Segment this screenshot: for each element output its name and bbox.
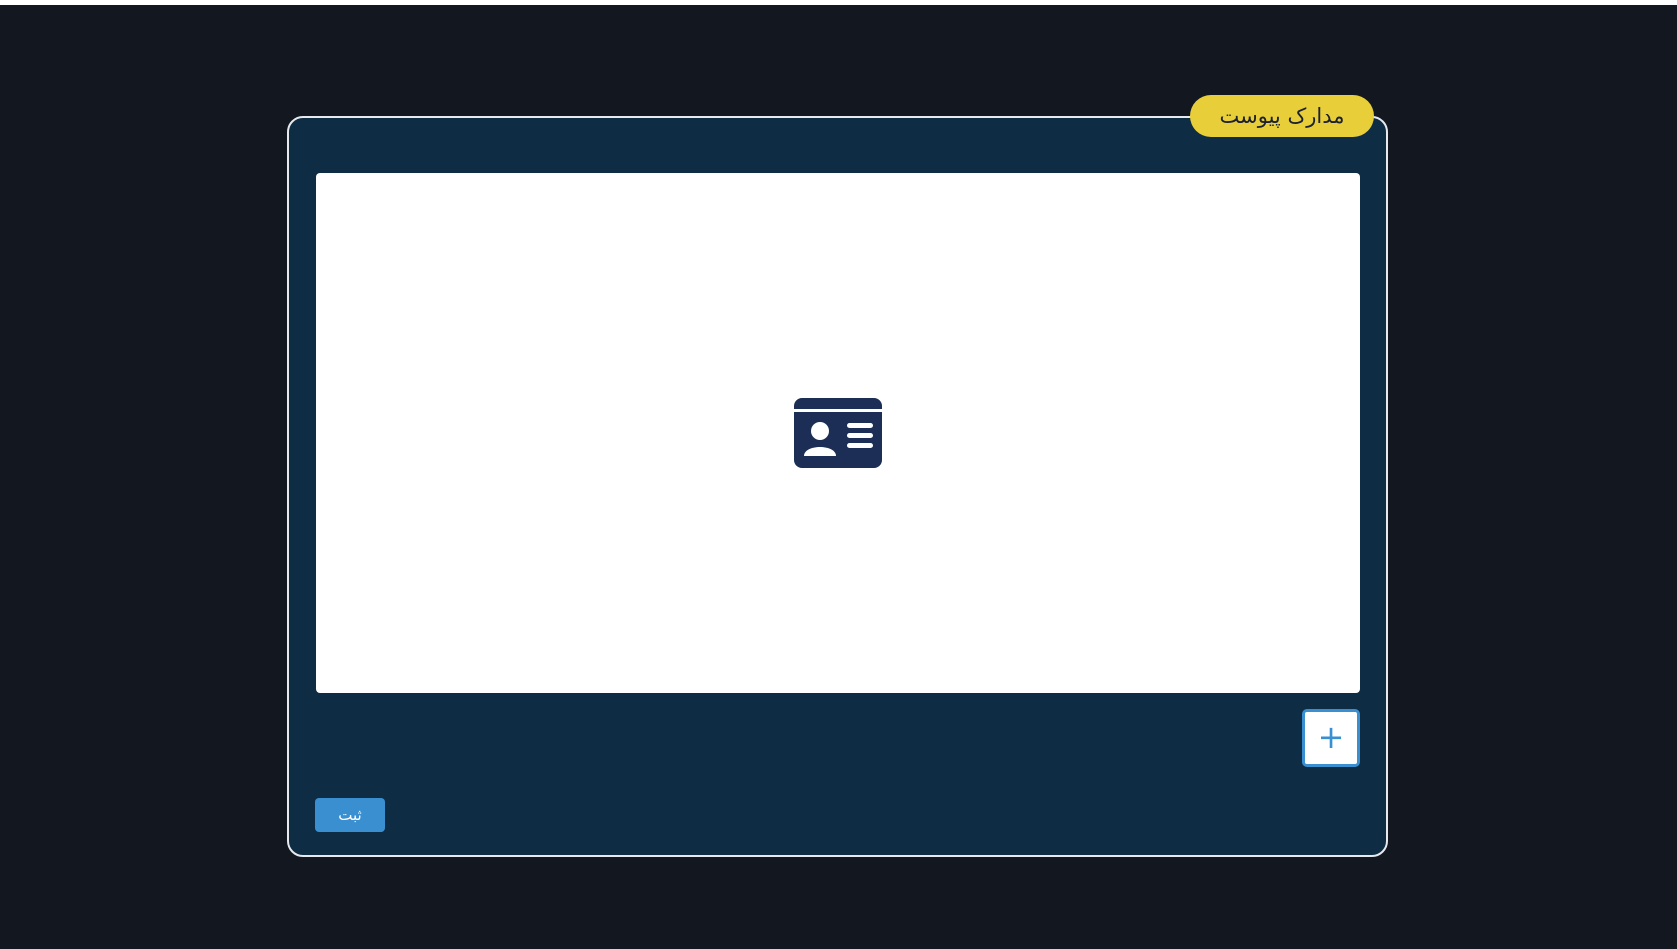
plus-icon: + [1317, 718, 1345, 756]
add-document-button[interactable]: + [1302, 709, 1360, 767]
panel-title: مدارک پیوست [1190, 95, 1374, 137]
id-card-icon [794, 398, 882, 468]
submit-button[interactable]: ثبت [315, 798, 385, 832]
